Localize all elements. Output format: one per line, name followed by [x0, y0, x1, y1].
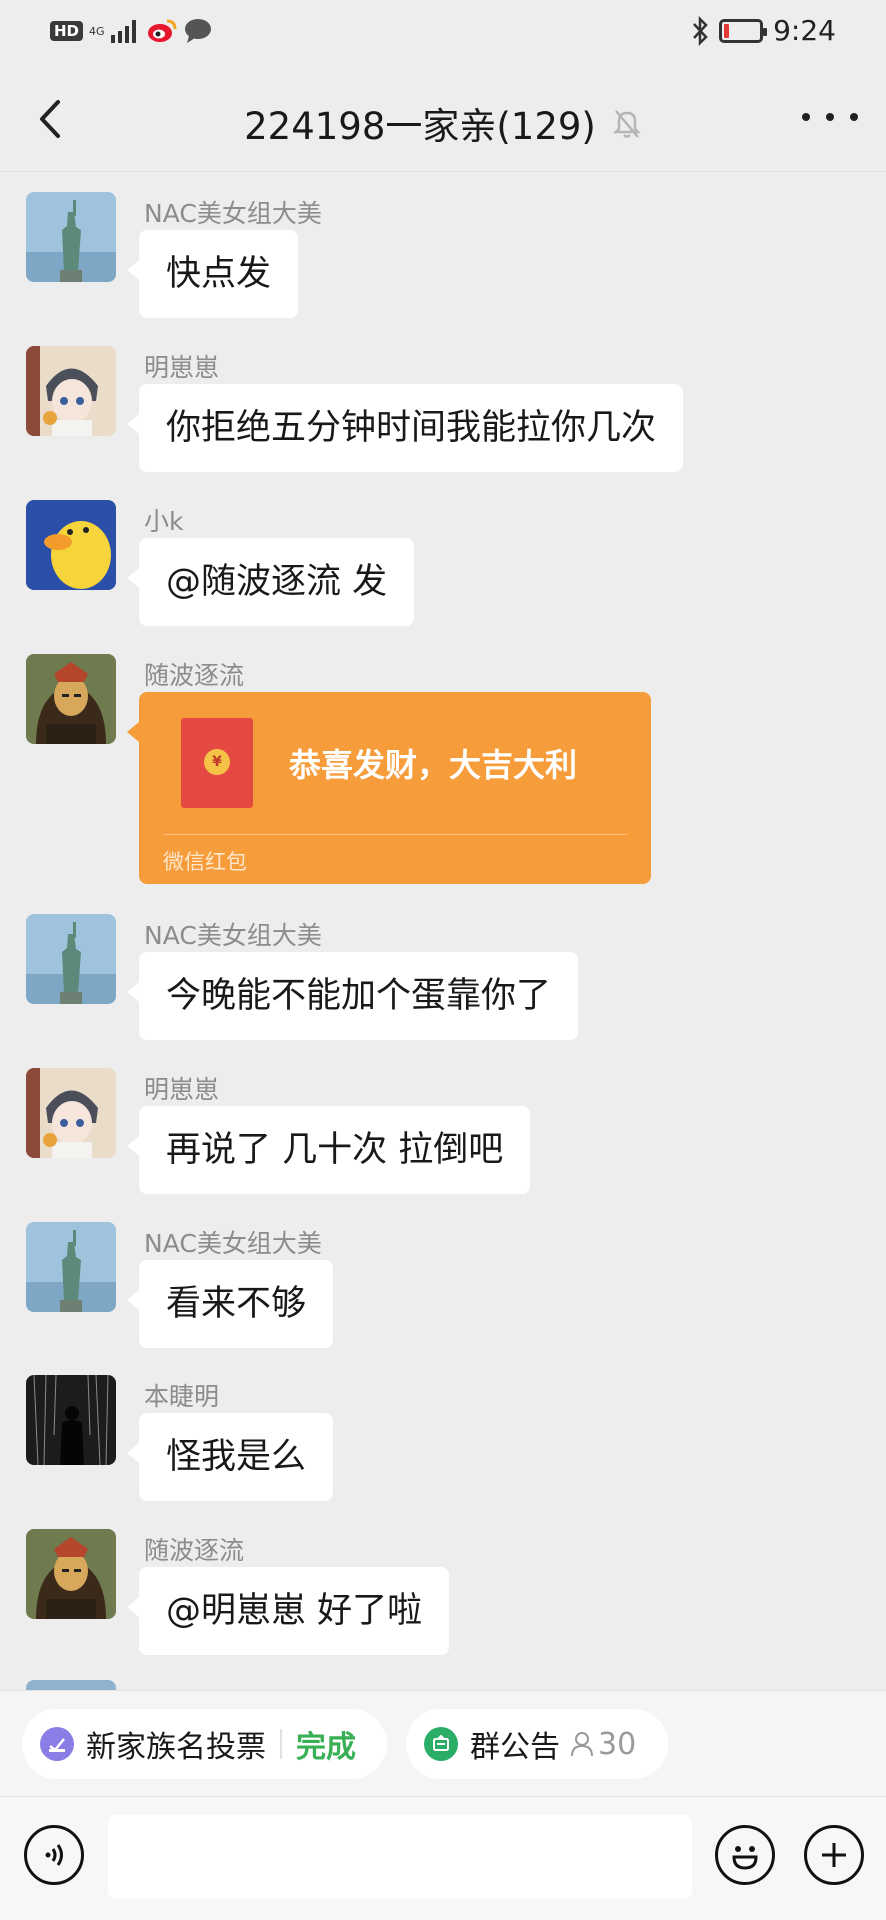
red-packet-greeting: 恭喜发财，大吉大利 [289, 746, 578, 784]
partial-avatar[interactable] [26, 1680, 116, 1690]
clock: 9:24 [773, 14, 836, 47]
smiley-icon [732, 1846, 758, 1870]
message-item [26, 1680, 866, 1690]
message-item: 小k @随波逐流 发 [26, 500, 866, 630]
vote-icon [40, 1727, 74, 1761]
dark-figure-avatar[interactable] [26, 1375, 116, 1465]
sender-name: 明崽崽 [144, 353, 220, 382]
message-bubble[interactable]: @随波逐流 发 [126, 538, 415, 626]
sender-name: 明崽崽 [144, 1075, 220, 1104]
message-item: NAC美女组大美 今晚能不能加个蛋靠你了 [26, 914, 866, 1044]
notice-count: 30 [570, 1727, 636, 1762]
sender-name: 本睫明 [144, 1382, 220, 1411]
sender-name: 小k [144, 507, 184, 536]
message-item: NAC美女组大美 快点发 [26, 192, 866, 322]
dot-icon [802, 113, 810, 121]
message-item: 本睫明 怪我是么 [26, 1375, 866, 1505]
statue-of-liberty-avatar[interactable] [26, 914, 116, 1004]
anime-boy-avatar[interactable] [26, 346, 116, 436]
battery-icon [719, 18, 768, 43]
emoji-button[interactable] [715, 1825, 775, 1885]
voice-button[interactable] [24, 1825, 84, 1885]
message-list[interactable]: NAC美女组大美 快点发 明崽崽 你拒绝五分钟时间我能拉你几次 小k @随波逐流… [0, 172, 886, 1690]
statue-of-liberty-avatar[interactable] [26, 1222, 116, 1312]
more-options-button[interactable] [802, 102, 858, 132]
chat-title-container: 224198一家亲(129) [0, 96, 886, 150]
red-packet-divider [163, 834, 627, 835]
group-notice-chip[interactable]: 群公告 30 [406, 1709, 668, 1779]
group-quick-bar: 新家族名投票 完成 群公告 30 [0, 1690, 886, 1796]
yellow-duck-avatar[interactable] [26, 500, 116, 590]
mona-lisa-avatar[interactable] [26, 654, 116, 744]
statue-of-liberty-avatar[interactable] [26, 192, 116, 282]
notice-count-value: 30 [598, 1726, 637, 1762]
mute-bell-icon [612, 110, 641, 138]
network-type: 4G [89, 24, 105, 38]
hd-badge: HD [50, 21, 84, 41]
message-bubble[interactable]: @明崽崽 好了啦 [126, 1567, 450, 1655]
message-bubble[interactable]: 你拒绝五分钟时间我能拉你几次 [126, 384, 684, 472]
sender-name: 随波逐流 [144, 1536, 245, 1565]
vote-label: 新家族名投票 [86, 1730, 266, 1765]
red-envelope-icon: ¥ [181, 718, 253, 808]
sender-name: NAC美女组大美 [144, 199, 322, 228]
message-item: 明崽崽 再说了 几十次 拉倒吧 [26, 1068, 866, 1198]
message-bubble[interactable]: 快点发 [126, 230, 299, 318]
message-bubble[interactable]: 今晚能不能加个蛋靠你了 [126, 952, 579, 1040]
message-item: 随波逐流 ¥ 恭喜发财，大吉大利 微信红包 [26, 654, 866, 894]
person-icon [571, 1732, 593, 1757]
message-bubble[interactable]: 再说了 几十次 拉倒吧 [126, 1106, 531, 1194]
vote-status: 完成 [296, 1730, 356, 1765]
status-bar: HD 4G 9:24 [0, 0, 886, 66]
bluetooth-icon [693, 15, 708, 46]
chat-header: 224198一家亲(129) [0, 66, 886, 172]
red-packet-card[interactable]: ¥ 恭喜发财，大吉大利 微信红包 [127, 692, 651, 884]
message-input[interactable] [108, 1815, 692, 1899]
notice-icon [424, 1727, 458, 1761]
message-icon [184, 19, 211, 43]
vote-chip[interactable]: 新家族名投票 完成 [22, 1709, 387, 1779]
message-bubble[interactable]: 看来不够 [126, 1260, 334, 1348]
status-left: HD 4G [50, 18, 213, 44]
dot-icon [850, 113, 858, 121]
dot-icon [826, 113, 834, 121]
status-right: 9:24 [691, 14, 836, 47]
message-item: 明崽崽 你拒绝五分钟时间我能拉你几次 [26, 346, 866, 476]
message-bubble[interactable]: 怪我是么 [126, 1413, 334, 1501]
message-item: 随波逐流 @明崽崽 好了啦 [26, 1529, 866, 1659]
chat-title: 224198一家亲(129) [244, 105, 596, 148]
sender-name: NAC美女组大美 [144, 1229, 322, 1258]
voice-icon [45, 1844, 63, 1866]
message-item: NAC美女组大美 看来不够 [26, 1222, 866, 1352]
anime-boy-avatar[interactable] [26, 1068, 116, 1158]
red-packet-label: 微信红包 [163, 850, 247, 874]
sender-name: NAC美女组大美 [144, 921, 322, 950]
plus-icon [822, 1843, 846, 1867]
input-bar [0, 1796, 886, 1920]
notice-label: 群公告 [470, 1730, 560, 1765]
mona-lisa-avatar[interactable] [26, 1529, 116, 1619]
more-functions-button[interactable] [804, 1825, 864, 1885]
chip-divider [280, 1729, 282, 1759]
sender-name: 随波逐流 [144, 661, 245, 690]
signal-icon [110, 20, 136, 43]
weibo-icon [147, 19, 177, 42]
